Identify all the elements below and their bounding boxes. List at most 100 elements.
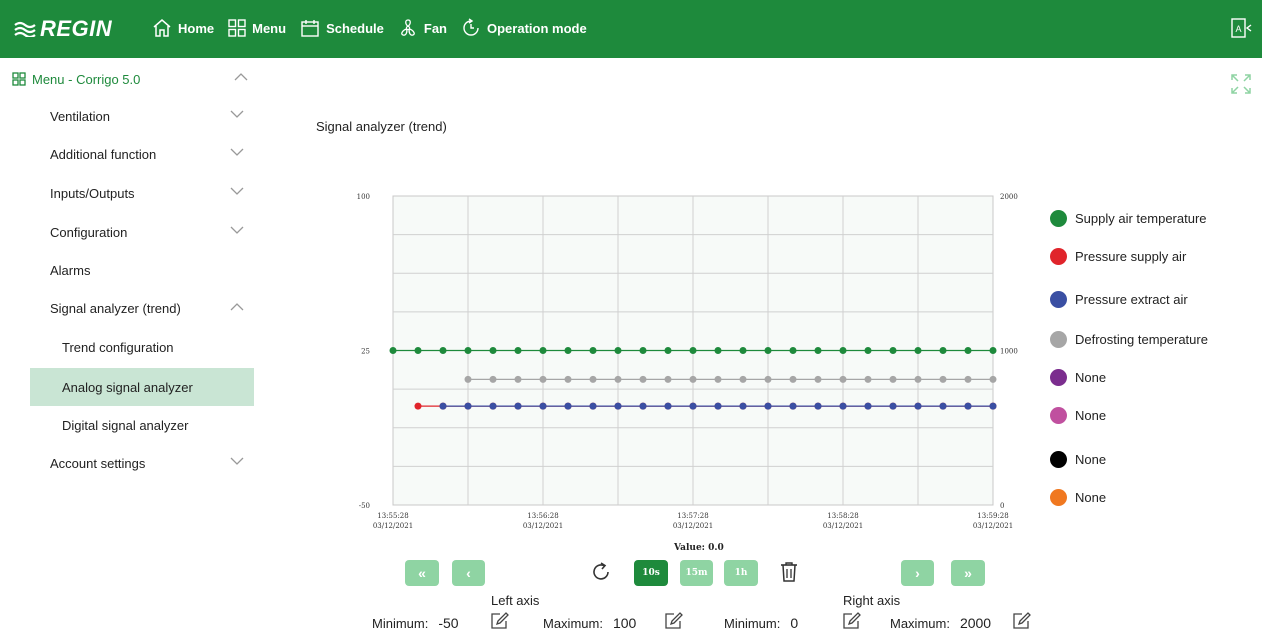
sidebar: Menu - Corrigo 5.0 Ventilation Additiona… — [0, 58, 258, 637]
legend-item[interactable]: None — [1050, 451, 1106, 468]
range-15m-button[interactable]: 15m — [680, 560, 713, 586]
data-point — [864, 402, 872, 410]
last-page-button[interactable]: » — [951, 560, 985, 586]
logout-button[interactable]: A — [1230, 16, 1252, 45]
data-point — [864, 375, 872, 383]
sidebar-item-additional-function[interactable]: Additional function — [30, 136, 254, 172]
data-point — [939, 402, 947, 410]
legend-dot — [1050, 407, 1067, 424]
refresh-icon — [593, 562, 609, 580]
nav-schedule[interactable]: Schedule — [300, 19, 384, 38]
sidebar-item-configuration[interactable]: Configuration — [30, 214, 254, 250]
legend-item[interactable]: Supply air temperature — [1050, 210, 1207, 227]
refresh-button[interactable] — [590, 561, 612, 588]
data-point — [589, 347, 597, 354]
x-axis-tick-date: 03/12/2021 — [673, 522, 713, 530]
data-point — [764, 375, 772, 383]
data-point — [539, 402, 547, 410]
fullscreen-button[interactable] — [1230, 73, 1252, 100]
sidebar-item-inputs-outputs[interactable]: Inputs/Outputs — [30, 175, 254, 211]
data-point — [714, 347, 722, 354]
right-axis-minimum: Minimum: 0 — [724, 615, 798, 631]
data-point — [889, 375, 897, 383]
legend-item[interactable]: Pressure extract air — [1050, 291, 1188, 308]
legend-dot — [1050, 451, 1067, 468]
left-min-label: Minimum: — [372, 615, 429, 631]
left-axis-tick-label: 25 — [361, 348, 370, 356]
nav-fan[interactable]: Fan — [398, 18, 447, 38]
edit-left-min-button[interactable] — [490, 612, 510, 635]
legend-label: None — [1075, 452, 1107, 467]
left-min-value: -50 — [438, 615, 459, 631]
data-point — [789, 375, 797, 383]
data-point — [964, 347, 972, 354]
x-axis-tick-label: 13:57:28 — [677, 512, 708, 520]
sidebar-item-ventilation[interactable]: Ventilation — [30, 98, 254, 134]
legend-label: Pressure supply air — [1075, 249, 1187, 264]
left-axis-minimum: Minimum: -50 — [372, 615, 459, 631]
sidebar-item-alarms[interactable]: Alarms — [30, 252, 254, 288]
legend-item[interactable]: None — [1050, 407, 1106, 424]
legend-dot — [1050, 291, 1067, 308]
data-point — [689, 402, 697, 410]
edit-icon — [491, 612, 509, 629]
next-button[interactable]: › — [901, 560, 934, 586]
legend-label: None — [1075, 370, 1107, 385]
edit-right-min-button[interactable] — [842, 612, 862, 635]
legend-dot — [1050, 248, 1067, 265]
legend-item[interactable]: None — [1050, 489, 1106, 506]
data-point — [514, 375, 522, 383]
data-point — [539, 347, 547, 354]
nav-menu-label: Menu — [252, 20, 287, 36]
sidebar-item-analog-signal-analyzer[interactable]: Analog signal analyzer — [30, 368, 254, 406]
legend-dot — [1050, 210, 1067, 227]
data-point — [664, 375, 672, 383]
right-max-value: 2000 — [959, 615, 992, 631]
edit-left-max-button[interactable] — [664, 612, 684, 635]
data-point — [714, 375, 722, 383]
delete-button[interactable] — [779, 561, 799, 588]
first-page-button[interactable]: « — [405, 560, 439, 586]
sidebar-item-label: Alarms — [50, 262, 91, 278]
sidebar-item-label: Account settings — [50, 455, 146, 471]
sidebar-title: Menu - Corrigo 5.0 — [32, 71, 141, 87]
data-point — [639, 347, 647, 354]
x-axis-tick-label: 13:56:28 — [527, 512, 558, 520]
previous-button[interactable]: ‹ — [452, 560, 485, 586]
legend-item[interactable]: Defrosting temperature — [1050, 331, 1208, 348]
nav-home[interactable]: Home — [152, 18, 214, 38]
nav-operation-mode[interactable]: Operation mode — [461, 18, 587, 38]
data-point — [689, 375, 697, 383]
data-point — [814, 402, 822, 410]
data-point — [639, 402, 647, 410]
x-axis-tick-label: 13:59:28 — [977, 512, 1008, 520]
sidebar-item-signal-analyzer[interactable]: Signal analyzer (trend) — [30, 290, 254, 326]
data-point — [614, 402, 622, 410]
data-point — [614, 347, 622, 354]
data-point — [864, 347, 872, 354]
range-1h-button[interactable]: 1h — [724, 560, 758, 586]
data-point — [814, 347, 822, 354]
data-point — [514, 347, 522, 354]
trash-icon — [781, 562, 797, 582]
menu-grid-icon — [228, 19, 246, 37]
sidebar-menu-header[interactable]: Menu - Corrigo 5.0 — [12, 68, 248, 90]
sidebar-item-label: Analog signal analyzer — [62, 379, 193, 395]
sidebar-item-digital-signal-analyzer[interactable]: Digital signal analyzer — [30, 407, 254, 443]
range-10s-button[interactable]: 10s — [634, 560, 668, 586]
nav-menu[interactable]: Menu — [228, 19, 286, 37]
right-axis-tick-label: 0 — [1000, 502, 1004, 510]
regin-logo[interactable]: REGIN — [14, 14, 112, 44]
sidebar-item-trend-configuration[interactable]: Trend configuration — [30, 329, 254, 365]
data-point — [564, 375, 572, 383]
sidebar-item-account-settings[interactable]: Account settings — [30, 445, 254, 481]
data-point — [939, 347, 947, 354]
chevron-down-icon — [230, 148, 244, 156]
left-axis-tick-label: -50 — [359, 502, 370, 510]
edit-right-max-button[interactable] — [1012, 612, 1032, 635]
legend-item[interactable]: Pressure supply air — [1050, 248, 1186, 265]
legend-item[interactable]: None — [1050, 369, 1106, 386]
legend-label: Supply air temperature — [1075, 211, 1207, 226]
nav-fan-label: Fan — [423, 20, 447, 36]
x-axis-tick-date: 03/12/2021 — [373, 522, 413, 530]
